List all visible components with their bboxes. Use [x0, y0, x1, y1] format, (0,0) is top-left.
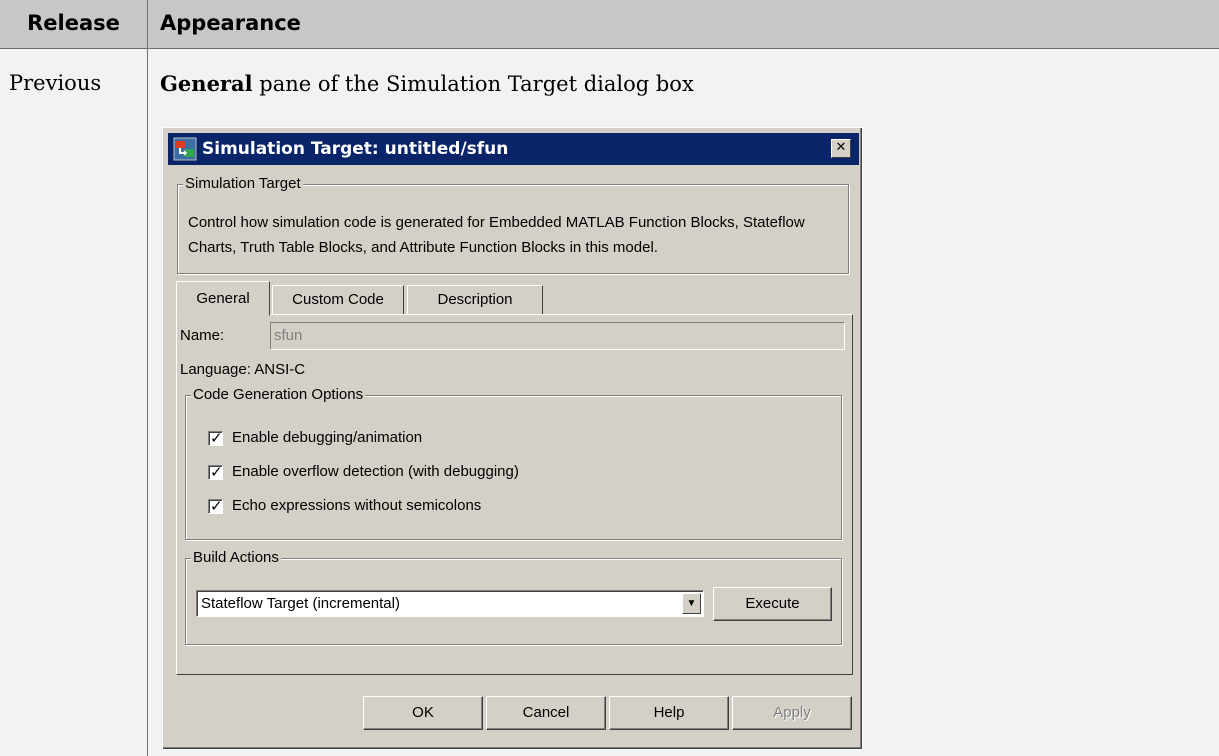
checkbox-label: Enable debugging/animation	[232, 429, 423, 446]
cancel-label: Cancel	[522, 704, 570, 721]
check-icon: ✓	[210, 463, 223, 481]
simulation-target-group: Simulation Target Control how simulation…	[177, 175, 849, 274]
tab-general[interactable]: General	[176, 281, 270, 316]
name-label: Name:	[180, 327, 225, 344]
caption-rest: pane of the Simulation Target dialog box	[252, 72, 694, 96]
build-action-value: Stateflow Target (incremental)	[201, 595, 400, 612]
close-icon: ✕	[835, 140, 847, 155]
checkbox-label: Enable overflow detection (with debuggin…	[232, 463, 519, 480]
header-appearance: Appearance	[160, 11, 301, 35]
column-divider	[147, 0, 148, 756]
caption-bold: General	[160, 71, 253, 96]
header-release: Release	[27, 11, 120, 35]
release-cell: Previous	[0, 49, 147, 756]
dropdown-arrow-icon[interactable]: ▼	[682, 593, 701, 614]
check-icon: ✓	[210, 497, 223, 515]
stateflow-app-icon	[173, 137, 197, 161]
tab-description[interactable]: Description	[407, 285, 543, 315]
tab-custom-code[interactable]: Custom Code	[272, 285, 404, 315]
execute-label: Execute	[745, 595, 800, 612]
help-label: Help	[653, 704, 685, 721]
dialog-titlebar[interactable]: Simulation Target: untitled/sfun ✕	[168, 133, 859, 165]
checkbox-box[interactable]: ✓	[208, 463, 223, 481]
group-title: Simulation Target	[183, 175, 303, 193]
checkbox-box[interactable]: ✓	[208, 429, 223, 447]
close-button[interactable]: ✕	[831, 139, 851, 158]
checkbox-label: Echo expressions without semicolons	[232, 497, 482, 514]
checkbox-box[interactable]: ✓	[208, 497, 223, 515]
build-actions-title: Build Actions	[191, 549, 281, 567]
apply-button[interactable]: Apply	[732, 696, 852, 730]
language-label: Language: ANSI-C	[180, 361, 306, 378]
name-field[interactable]: sfun	[270, 322, 845, 350]
simulation-target-dialog: Simulation Target: untitled/sfun ✕ Simul…	[162, 127, 863, 750]
build-action-select[interactable]: Stateflow Target (incremental) ▼	[196, 590, 704, 617]
table-header: Release Appearance	[0, 0, 1219, 49]
general-tab-panel: Name: sfun Language: ANSI-C Code Generat…	[176, 314, 853, 675]
help-button[interactable]: Help	[609, 696, 729, 730]
code-generation-options-group: Code Generation Options ✓ Enable debuggi…	[185, 386, 842, 540]
dialog-title: Simulation Target: untitled/sfun	[202, 139, 509, 159]
cancel-button[interactable]: Cancel	[486, 696, 606, 730]
code-gen-title: Code Generation Options	[191, 386, 366, 404]
execute-button[interactable]: Execute	[713, 587, 832, 621]
release-value: Previous	[9, 71, 102, 95]
group-description: Control how simulation code is generated…	[188, 214, 805, 256]
ok-label: OK	[412, 704, 434, 721]
build-actions-group: Build Actions Stateflow Target (incremen…	[185, 549, 842, 645]
ok-button[interactable]: OK	[363, 696, 483, 730]
appearance-caption: General pane of the Simulation Target di…	[160, 71, 694, 96]
check-icon: ✓	[210, 429, 223, 447]
apply-label: Apply	[773, 704, 811, 721]
